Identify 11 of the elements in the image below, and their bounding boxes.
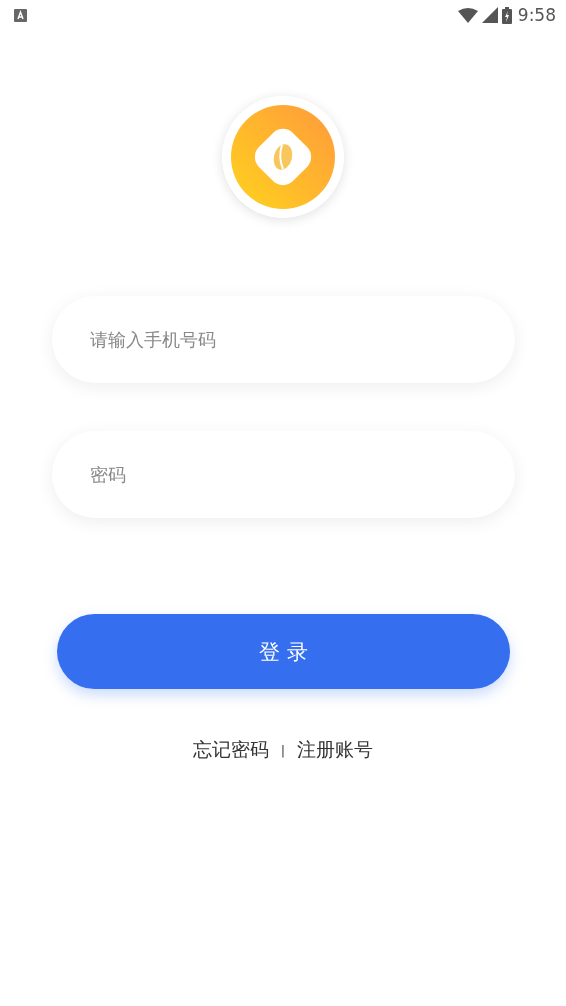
phone-input[interactable]: 请输入手机号码: [52, 296, 515, 383]
keyboard-icon: [14, 8, 27, 22]
forgot-password-link[interactable]: 忘记密码: [192, 737, 269, 763]
link-separator: |: [280, 742, 286, 758]
wifi-icon: [457, 7, 478, 23]
login-button[interactable]: 登 录: [57, 614, 510, 689]
signal-icon: [481, 7, 498, 23]
battery-icon: [501, 6, 512, 24]
register-link[interactable]: 注册账号: [297, 737, 374, 763]
clock-time: 9:58: [517, 5, 556, 25]
password-input[interactable]: 密码: [52, 431, 515, 518]
